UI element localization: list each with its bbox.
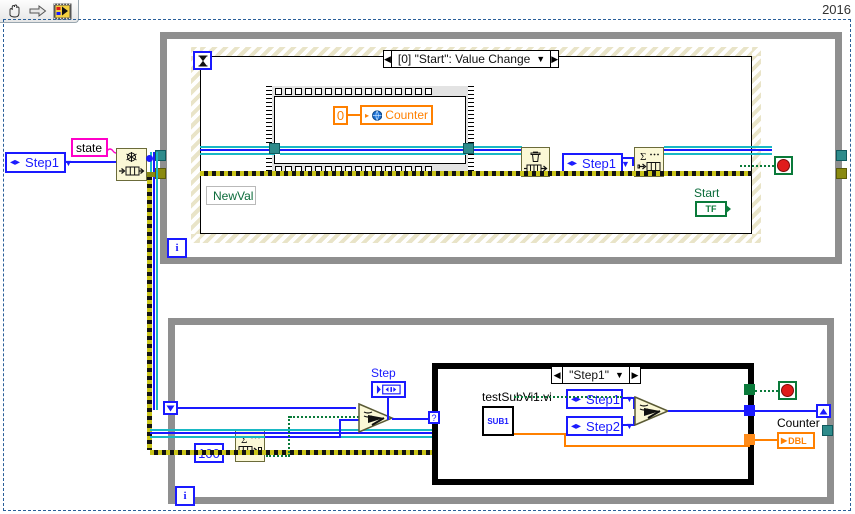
terminal-arrow-icon: ▶: [781, 436, 788, 445]
select-boolean-wire-v: [288, 416, 290, 456]
counter-global-label: Counter: [385, 108, 428, 122]
wire-bundle-inner: [280, 145, 466, 157]
obtain-queue-node[interactable]: [116, 148, 147, 181]
arrow-right-icon[interactable]: [28, 2, 48, 20]
counter-indicator-terminal[interactable]: ▶ DBL: [777, 432, 815, 449]
event-loop-iteration-terminal: i: [167, 238, 187, 258]
event-step-enum-value: Step1: [582, 156, 617, 171]
process-loop-iteration-terminal: i: [175, 486, 195, 506]
start-boolean-terminal[interactable]: TF: [695, 201, 727, 217]
process-wire-bundle: [265, 428, 447, 440]
state-enum-constant[interactable]: ◂▸ Step1 ▼: [5, 152, 73, 173]
version-label: 2016: [822, 2, 851, 17]
wire-bundle-right: [474, 145, 522, 157]
enum-spinner-icon[interactable]: ◂▸: [7, 157, 22, 168]
stop-wire-lower: [755, 390, 778, 392]
newval-node[interactable]: NewVal: [206, 186, 256, 205]
counter-indicator-label: Counter: [777, 416, 820, 430]
for-loop-top-beads: [273, 86, 467, 96]
case-selector[interactable]: ◀ "Step1" ▼ ▶: [551, 366, 641, 384]
case-right-tunnel-green: [744, 384, 755, 395]
chevron-down-icon[interactable]: ▼: [615, 370, 629, 380]
vi-icon[interactable]: [52, 2, 72, 20]
counter-terminal-text: DBL: [788, 435, 807, 446]
wire-bundle-to-right-tunnel: [664, 145, 772, 157]
select-node-right[interactable]: [634, 395, 670, 427]
select-boolean-wire: [290, 416, 362, 418]
inner-for-loop: [266, 86, 474, 174]
event-loop-right-error-tunnel: [836, 168, 847, 179]
error-bus-vertical: [147, 172, 152, 450]
subvi-icon-text: SUB1: [487, 416, 509, 426]
for-loop-right-tunnel: [463, 143, 474, 154]
stop-button[interactable]: [774, 156, 793, 175]
counter-zero-constant[interactable]: 0: [333, 106, 348, 125]
globe-icon: [372, 109, 383, 121]
error-bus-elbow: [147, 172, 155, 177]
case-prev-arrow[interactable]: ◀: [552, 367, 564, 383]
event-loop-right-tunnel: [836, 150, 847, 161]
error-wire-event: [200, 171, 752, 176]
case-enum-step1-value: Step1: [586, 391, 621, 407]
subvi-boolean-wire: [514, 396, 622, 398]
counter-global-control[interactable]: ▸ Counter: [360, 105, 433, 125]
event-timeout-icon[interactable]: [193, 51, 212, 70]
newval-label: NewVal: [213, 188, 254, 203]
enum-spinner-icon[interactable]: ◂▸: [564, 158, 579, 169]
select-boolean-wire-h2: [266, 455, 290, 457]
process-loop-right-tunnel: [822, 425, 833, 436]
enum-spinner-icon[interactable]: ◂▸: [568, 421, 583, 432]
for-loop-left-tunnel: [269, 143, 280, 154]
event-case-label: [0] "Start": Value Change: [397, 52, 531, 66]
event-case-selector[interactable]: ◀ [0] "Start": Value Change ▼ ▶: [383, 50, 559, 68]
global-arrow-icon: ▸: [365, 110, 370, 120]
case-enum-step2-value: Step2: [586, 418, 621, 434]
process-loop-left-shift-register[interactable]: [163, 401, 178, 415]
case-enum-step2[interactable]: ◂▸ Step2 ▼: [566, 416, 634, 436]
svg-text:Σ: Σ: [640, 151, 646, 163]
queue-wire-junction: [146, 155, 153, 162]
process-wire-bundle-left: [150, 428, 268, 440]
stop-wire: [740, 165, 774, 167]
case-right-tunnel-blue: [744, 405, 755, 416]
start-boolean-label: Start: [694, 186, 720, 200]
step-indicator-label: Step: [371, 366, 396, 380]
chevron-down-icon[interactable]: ▼: [536, 54, 550, 64]
case-enum-step1[interactable]: ◂▸ Step1 ▼: [566, 389, 634, 409]
state-enum-value: Step1: [25, 155, 60, 170]
case-selector-label: "Step1": [569, 368, 609, 382]
state-name-label[interactable]: state: [71, 138, 108, 157]
start-terminal-text: TF: [705, 204, 717, 214]
step-indicator-terminal[interactable]: [371, 381, 406, 398]
event-case-next-arrow[interactable]: ▶: [550, 51, 559, 67]
hand-tool-icon[interactable]: [4, 2, 24, 20]
case-right-tunnel-orange: [744, 434, 755, 445]
case-selector-terminal[interactable]: ?: [428, 411, 440, 424]
stop-button-lower[interactable]: [778, 381, 797, 400]
wire-bundle-left: [200, 145, 275, 157]
event-case-prev-arrow[interactable]: ◀: [384, 51, 392, 67]
case-next-arrow[interactable]: ▶: [628, 367, 640, 383]
subvi-node[interactable]: SUB1: [482, 406, 514, 436]
